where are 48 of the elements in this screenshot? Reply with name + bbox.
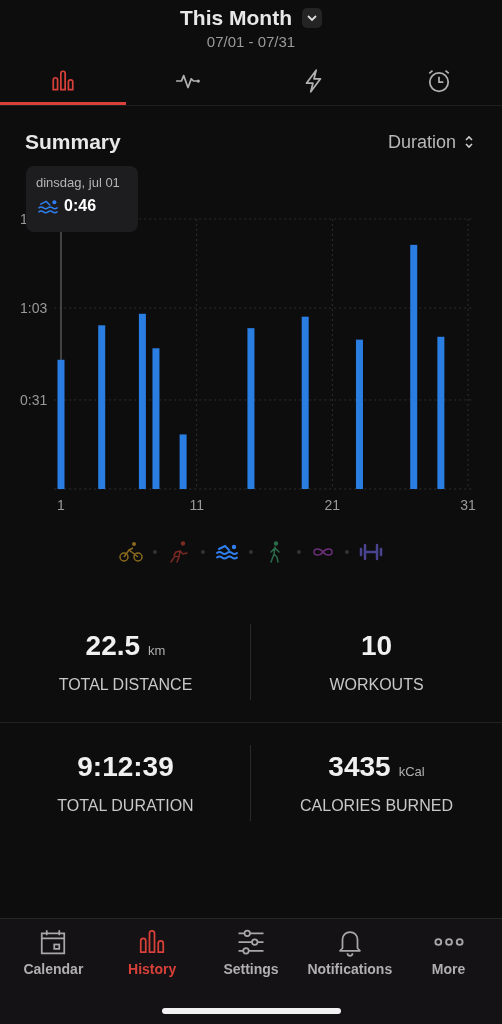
nav-tab[interactable]: Calendar: [4, 927, 103, 977]
y-axis-label: 0:31: [20, 391, 48, 408]
chart-bar[interactable]: [98, 325, 106, 489]
separator-dot: [153, 550, 157, 554]
chart-bar[interactable]: [301, 316, 309, 489]
separator-dot: [345, 550, 349, 554]
nav-tab[interactable]: History: [102, 927, 202, 977]
stat-label: WORKOUTS: [329, 676, 424, 694]
stat-value: 22.5: [85, 630, 141, 662]
chart-bar[interactable]: [57, 359, 65, 489]
nav-tab[interactable]: Notifications: [300, 927, 400, 977]
nav-tab[interactable]: More: [399, 927, 498, 977]
x-axis-label: 31: [460, 497, 476, 512]
period-title: This Month: [180, 6, 292, 30]
stat-label: TOTAL DISTANCE: [58, 676, 193, 694]
chevron-down-icon: [306, 14, 318, 22]
chart-bar[interactable]: [355, 339, 363, 489]
stat-unit: km: [148, 643, 166, 658]
tooltip-date: dinsdag, jul 01: [36, 175, 121, 190]
cycling-icon[interactable]: [118, 540, 144, 564]
x-axis-label: 1: [57, 497, 65, 512]
x-axis-label: 11: [189, 497, 204, 512]
sort-arrows-icon: [464, 134, 474, 150]
period-dropdown-button[interactable]: [302, 8, 322, 28]
summary-heading: Summary: [25, 130, 121, 154]
y-axis-label: 1:03: [20, 300, 48, 317]
nav-tab[interactable]: Settings: [201, 927, 301, 977]
bar-chart-icon: [49, 67, 76, 94]
stat-value: 9:12:39: [77, 751, 174, 783]
chart-bar[interactable]: [179, 434, 187, 489]
metric-selector[interactable]: Duration: [387, 131, 474, 153]
separator-dot: [201, 550, 205, 554]
date-range: 07/01 - 07/31: [206, 33, 296, 50]
separator-dot: [249, 550, 253, 554]
stat-label: TOTAL DURATION: [57, 797, 194, 815]
stat-value: 3435: [328, 751, 391, 783]
chart-bar[interactable]: [437, 336, 445, 489]
chart-bar[interactable]: [138, 313, 146, 489]
chart-bar[interactable]: [152, 348, 160, 489]
more-dots-icon: [432, 938, 465, 946]
stat-unit: kCal: [398, 764, 425, 779]
stat-label: CALORIES BURNED: [300, 797, 453, 815]
tooltip-value: 0:46: [64, 197, 97, 215]
chart-bar[interactable]: [247, 328, 255, 489]
x-axis-label: 21: [324, 497, 341, 512]
separator-dot: [297, 550, 301, 554]
chart-bar[interactable]: [410, 244, 418, 489]
stat-value: 10: [360, 630, 393, 662]
